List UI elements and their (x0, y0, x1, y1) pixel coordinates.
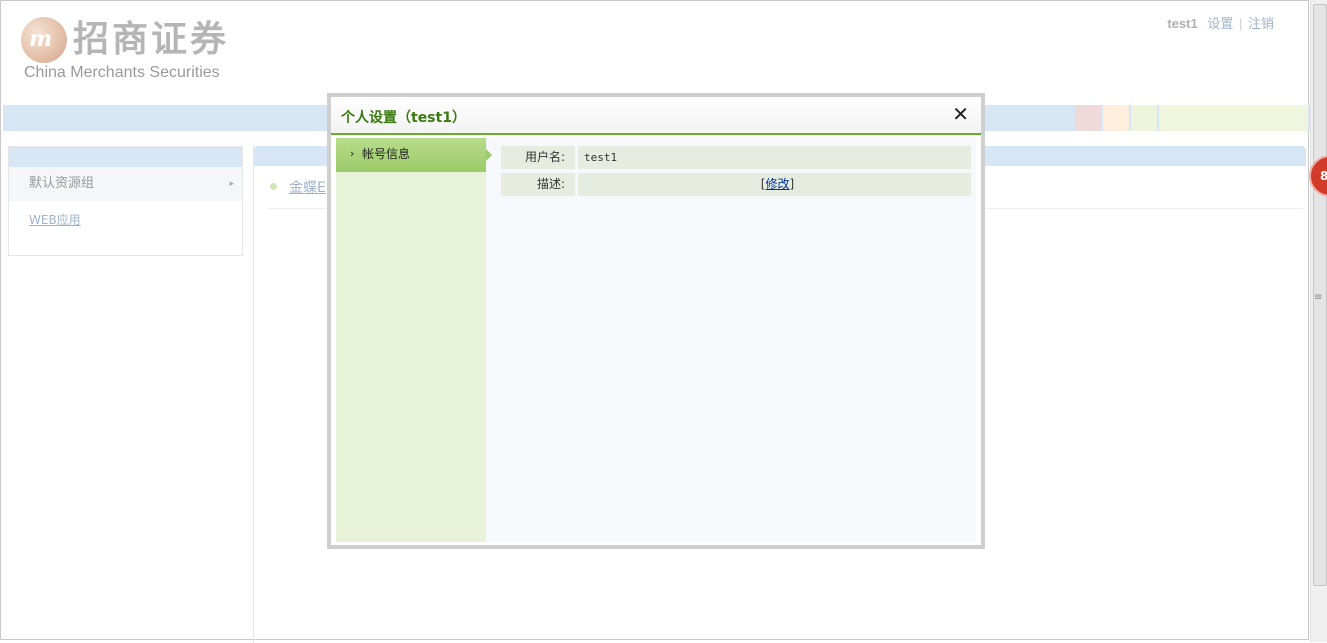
link-separator: | (1238, 16, 1243, 31)
bracket-close: ] (789, 177, 795, 191)
close-icon[interactable]: ✕ (952, 102, 969, 126)
side-item-label: 帐号信息 (362, 147, 411, 161)
edit-description-link[interactable]: 修改 (765, 177, 789, 191)
color-block (1159, 105, 1308, 131)
vertical-scrollbar[interactable]: ≡ (1310, 0, 1327, 642)
dialog-side-menu: › 帐号信息 (336, 138, 492, 542)
dialog-body: › 帐号信息 用户名: test1 描述: [修改] (336, 138, 976, 542)
logo-mark-letter: m (29, 26, 53, 52)
dialog-title: 个人设置（test1） (341, 110, 466, 126)
active-pointer (486, 149, 492, 161)
color-block (1047, 105, 1073, 131)
username-label: 用户名: (501, 146, 575, 169)
description-label: 描述: (501, 173, 575, 196)
dialog-titlebar: 个人设置（test1） ✕ (331, 97, 981, 135)
logout-link[interactable]: 注销 (1248, 16, 1274, 31)
top-user-links: test1 设置 | 注销 (1167, 13, 1274, 32)
description-row: 描述: [修改] (501, 173, 971, 196)
side-item-account-info[interactable]: › 帐号信息 (336, 138, 492, 172)
account-info-form: 用户名: test1 描述: [修改] (501, 146, 971, 200)
chevron-right-icon: › (350, 147, 355, 160)
resource-sidebar: 默认资源组 ▸ WEB应用 (8, 146, 243, 256)
bullet-icon (270, 183, 277, 190)
color-block (1103, 105, 1129, 131)
logo-mark-icon: m (21, 17, 67, 63)
color-block (1075, 105, 1101, 131)
company-logo: m 招商证券 China Merchants Securities (19, 15, 259, 85)
personal-settings-dialog: 个人设置（test1） ✕ › 帐号信息 用户名: test1 描述: [修改] (327, 93, 985, 549)
app-link[interactable]: 金蝶E (289, 177, 326, 197)
settings-link[interactable]: 设置 (1207, 16, 1233, 31)
username-row: 用户名: test1 (501, 146, 971, 169)
caret-right-icon: ▸ (229, 179, 234, 189)
description-value: [修改] (578, 173, 971, 196)
color-blocks (1047, 105, 1310, 131)
web-app-link[interactable]: WEB应用 (9, 211, 242, 228)
scrollbar-grip-icon: ≡ (1314, 292, 1323, 303)
logo-chinese-text: 招商证券 (73, 18, 230, 60)
sidebar-header (9, 147, 242, 167)
resource-group-label: 默认资源组 (29, 176, 95, 191)
username-value: test1 (578, 146, 971, 169)
current-username: test1 (1167, 16, 1198, 31)
logo-english-text: China Merchants Securities (24, 64, 220, 81)
color-block (1131, 105, 1157, 131)
resource-group-item[interactable]: 默认资源组 ▸ (9, 167, 242, 201)
